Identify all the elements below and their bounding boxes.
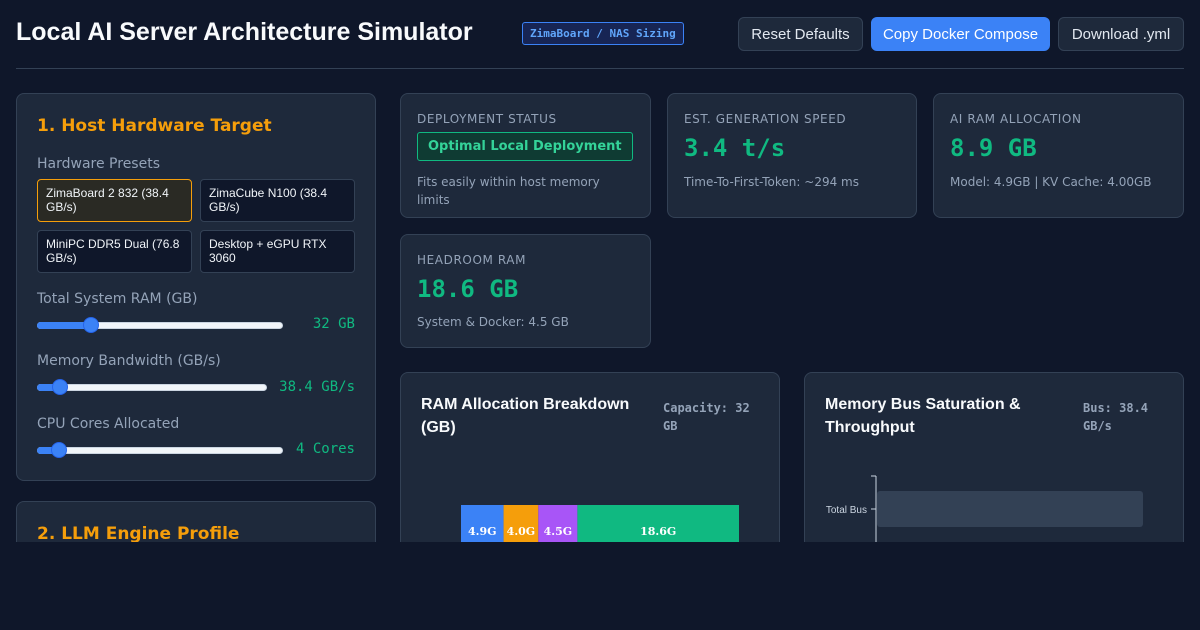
- deployment-status-label: DEPLOYMENT STATUS: [417, 112, 557, 126]
- bandwidth-slider[interactable]: [37, 379, 267, 395]
- host-hardware-panel: 1. Host Hardware Target Hardware Presets…: [16, 93, 376, 481]
- headroom-ram-card: HEADROOM RAM 18.6 GB System & Docker: 4.…: [400, 234, 651, 348]
- host-hardware-title: 1. Host Hardware Target: [37, 116, 272, 136]
- generation-speed-value: 3.4 t/s: [684, 134, 786, 162]
- headroom-ram-label: HEADROOM RAM: [417, 253, 527, 267]
- ai-ram-value: 8.9 GB: [950, 134, 1037, 162]
- deployment-status-card: DEPLOYMENT STATUS Optimal Local Deployme…: [400, 93, 651, 218]
- headroom-ram-value: 18.6 GB: [417, 275, 519, 303]
- ram-slider-value: 32 GB: [312, 316, 355, 332]
- bus-total-bar: [877, 491, 1143, 527]
- page-title: Local AI Server Architecture Simulator: [16, 18, 473, 46]
- cpu-slider[interactable]: [37, 442, 283, 458]
- llm-engine-panel: 2. LLM Engine Profile: [16, 501, 376, 542]
- copy-docker-compose-button[interactable]: Copy Docker Compose: [871, 17, 1050, 51]
- preset-zimaboard[interactable]: ZimaBoard 2 832 (38.4 GB/s): [37, 179, 192, 222]
- bus-saturation-chart: Total Bus: [826, 475, 1143, 542]
- bandwidth-slider-label: Memory Bandwidth (GB/s): [37, 353, 221, 369]
- download-yml-button[interactable]: Download .yml: [1058, 17, 1184, 51]
- generation-speed-card: EST. GENERATION SPEED 3.4 t/s Time-To-Fi…: [667, 93, 917, 218]
- cpu-slider-label: CPU Cores Allocated: [37, 416, 180, 432]
- title-badge: ZimaBoard / NAS Sizing: [522, 22, 684, 45]
- bandwidth-slider-value: 38.4 GB/s: [279, 379, 355, 395]
- reset-defaults-button[interactable]: Reset Defaults: [738, 17, 863, 51]
- ram-slider[interactable]: [37, 317, 283, 333]
- headroom-ram-note: System & Docker: 4.5 GB: [417, 315, 569, 329]
- cpu-slider-value: 4 Cores: [295, 441, 355, 457]
- presets-label: Hardware Presets: [37, 156, 160, 172]
- preset-desktop-egpu[interactable]: Desktop + eGPU RTX 3060: [200, 230, 355, 273]
- ram-segment-label: 4.5G: [544, 525, 573, 538]
- generation-speed-label: EST. GENERATION SPEED: [684, 112, 847, 126]
- status-badge: Optimal Local Deployment: [417, 132, 633, 161]
- ram-breakdown-panel: RAM Allocation Breakdown (GB) Capacity: …: [400, 372, 780, 542]
- ram-segment-label: 18.6G: [640, 525, 676, 538]
- ram-breakdown-chart: 4.9G 4.0G 4.5G 18.6G: [461, 505, 739, 542]
- generation-speed-note: Time-To-First-Token: ~294 ms: [684, 175, 859, 189]
- bandwidth-slider-thumb[interactable]: [52, 379, 68, 395]
- bus-saturation-panel: Memory Bus Saturation & Throughput Bus: …: [804, 372, 1184, 542]
- preset-zimacube[interactable]: ZimaCube N100 (38.4 GB/s): [200, 179, 355, 222]
- llm-engine-title: 2. LLM Engine Profile: [37, 524, 240, 542]
- ai-ram-label: AI RAM ALLOCATION: [950, 112, 1082, 126]
- cpu-slider-thumb[interactable]: [51, 442, 68, 458]
- ai-ram-note: Model: 4.9GB | KV Cache: 4.00GB: [950, 175, 1152, 189]
- bus-tick-label: Total Bus: [826, 505, 867, 516]
- ram-segment-label: 4.9G: [468, 525, 497, 538]
- ram-slider-label: Total System RAM (GB): [37, 291, 198, 307]
- preset-minipc[interactable]: MiniPC DDR5 Dual (76.8 GB/s): [37, 230, 192, 273]
- deployment-status-note: Fits easily within host memory limits: [417, 175, 600, 207]
- header: Local AI Server Architecture Simulator Z…: [16, 0, 1184, 69]
- ram-slider-thumb[interactable]: [83, 317, 100, 333]
- ram-segment-label: 4.0G: [507, 525, 536, 538]
- ai-ram-card: AI RAM ALLOCATION 8.9 GB Model: 4.9GB | …: [933, 93, 1184, 218]
